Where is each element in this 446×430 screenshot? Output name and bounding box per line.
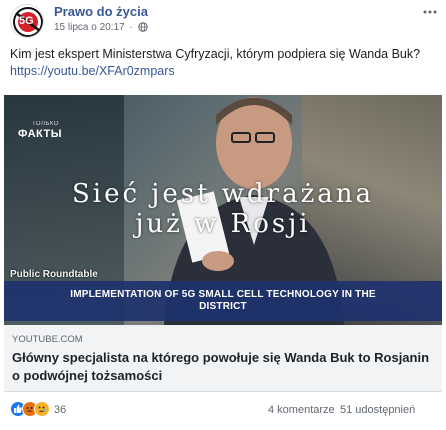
- post-footer: 36 4 komentarze 51 udostępnień: [10, 400, 442, 420]
- overlay-caption-line2: już w Rosji: [135, 209, 311, 239]
- video-thumbnail[interactable]: ТОЛЬКО ФАКТЫ Sieć jest wdrażana już w Ro…: [4, 95, 442, 325]
- avatar-label: 5G: [19, 15, 34, 27]
- lower-third-banner: IMPLEMENTATION OF 5G SMALL CELL TECHNOLO…: [4, 281, 442, 321]
- globe-icon: [137, 22, 148, 32]
- shares-count-link[interactable]: 51 udostępnień: [340, 404, 415, 416]
- lower-third-line1: IMPLEMENTATION OF 5G SMALL CELL TECHNOLO…: [70, 289, 376, 300]
- channel-logo-text: ФАКТЫ: [18, 128, 63, 140]
- comments-count-link[interactable]: 4 komentarze: [268, 404, 335, 416]
- sad-reaction-icon: [34, 401, 50, 417]
- channel-logo-small: ТОЛЬКО: [32, 121, 59, 127]
- overlay-caption-line1: Sieć jest wdrażana: [71, 179, 375, 209]
- link-title[interactable]: Główny specjalista na którego powołuje s…: [12, 349, 432, 385]
- link-domain: YOUTUBE.COM: [12, 334, 83, 345]
- post-message: Kim jest ekspert Ministerstwa Cyfryzacji…: [10, 47, 421, 61]
- link-preview[interactable]: YOUTUBE.COM Główny specjalista na któreg…: [4, 325, 442, 392]
- reaction-count: 36: [54, 404, 67, 416]
- page-avatar[interactable]: 5G: [10, 4, 44, 38]
- meta-separator: ·: [129, 22, 133, 33]
- post-text: Kim jest ekspert Ministerstwa Cyfryzacji…: [10, 46, 430, 80]
- post-timestamp[interactable]: 15 lipca o 20:17: [54, 22, 125, 33]
- post-meta: 15 lipca o 20:17 ·: [54, 22, 148, 33]
- channel-logo: ТОЛЬКО ФАКТЫ: [18, 121, 62, 140]
- roundtable-label: Public Roundtable: [10, 269, 98, 280]
- post-link[interactable]: https://youtu.be/XFAr0zmpars: [10, 64, 175, 78]
- lower-third-line2: DISTRICT: [199, 301, 247, 312]
- page-name-link[interactable]: Prawo do życia: [54, 4, 148, 19]
- more-options-icon[interactable]: [422, 7, 438, 17]
- post-header: 5G Prawo do życia 15 lipca o 20:17 ·: [10, 3, 440, 39]
